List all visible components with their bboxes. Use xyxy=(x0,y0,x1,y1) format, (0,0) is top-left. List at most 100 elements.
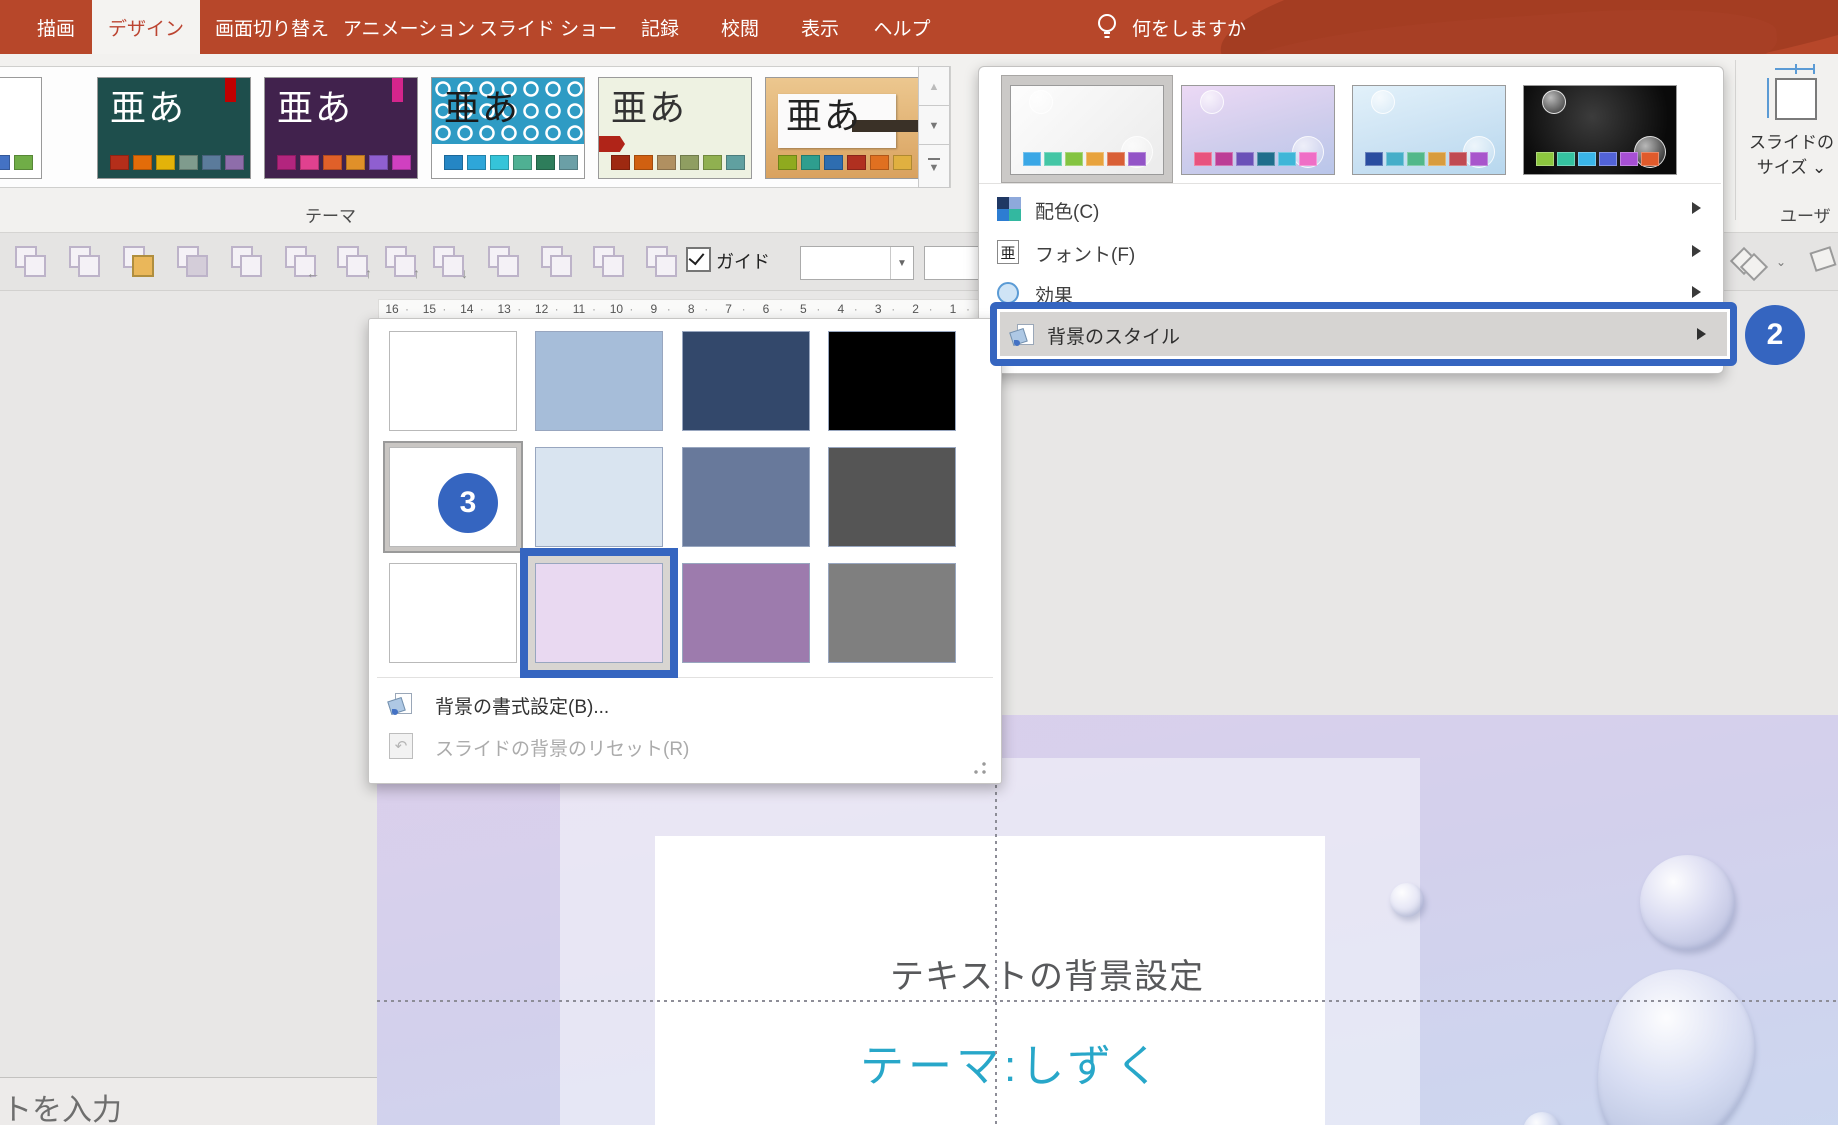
gallery-scroll-up-button[interactable]: ▲ xyxy=(918,66,950,107)
align-center-icon[interactable] xyxy=(485,243,521,279)
theme-color-chips xyxy=(444,155,578,170)
tab-表示[interactable]: 表示 xyxy=(782,0,858,54)
gallery-more-button[interactable]: ▼ xyxy=(918,144,950,188)
background-style-swatch[interactable] xyxy=(682,447,810,547)
color-chip xyxy=(1065,152,1083,166)
shapes-button[interactable] xyxy=(1732,245,1766,279)
theme-gallery: 亜あ亜あ亜あ亜あ亜あ xyxy=(0,66,951,188)
tab-アニメーション[interactable]: アニメーション xyxy=(344,0,474,54)
dark-teal-theme[interactable]: 亜あ xyxy=(97,77,251,179)
color-chip xyxy=(1470,152,1488,166)
fill-bucket-button[interactable] xyxy=(1812,245,1838,275)
guide-spacing-combobox[interactable]: ▼ xyxy=(800,246,914,280)
color-chip xyxy=(657,155,676,170)
annotation-box-background-styles[interactable]: 背景のスタイル xyxy=(990,302,1737,366)
water-droplet xyxy=(1640,855,1735,950)
group-objects-icon[interactable] xyxy=(228,243,264,279)
fonts-glyph: 亜 xyxy=(997,240,1019,264)
pale-green-theme[interactable]: 亜あ xyxy=(598,77,752,179)
current-theme-partial[interactable] xyxy=(0,77,42,179)
background-style-swatch[interactable] xyxy=(535,447,663,547)
reset-glyph: ↶ xyxy=(389,733,413,759)
color-chip xyxy=(1215,152,1233,166)
menu-item-fonts[interactable]: 亜フォント(F) xyxy=(983,232,1719,272)
slide-title-text[interactable]: テキストの背景設定 xyxy=(890,949,1204,998)
background-style-swatch[interactable] xyxy=(389,331,517,431)
align-bottom-icon[interactable]: ↓ xyxy=(430,243,466,279)
background-style-swatch[interactable] xyxy=(682,563,810,663)
step-badge-2: 2 xyxy=(1745,305,1805,365)
background-style-swatch[interactable] xyxy=(828,331,956,431)
ruler-tick: · xyxy=(592,302,596,316)
resize-grip[interactable] xyxy=(973,761,987,775)
rotate-object-icon[interactable]: ↑ xyxy=(334,243,370,279)
color-chip xyxy=(1107,152,1125,166)
icon-arrow: ↑ xyxy=(413,265,420,281)
custom-group-label: ユーザ xyxy=(1780,202,1831,227)
tell-me-box[interactable]: 何をしますか xyxy=(1096,0,1246,54)
menu-item-color-scheme[interactable]: 配色(C) xyxy=(983,189,1719,229)
tab-校閲[interactable]: 校閲 xyxy=(702,0,778,54)
color-chip xyxy=(202,155,221,170)
color-chip xyxy=(1044,152,1062,166)
tab-描画[interactable]: 描画 xyxy=(24,0,88,54)
background-style-swatch[interactable] xyxy=(828,563,956,663)
align-left-icon[interactable]: ← xyxy=(282,243,318,279)
chevron-down-icon[interactable]: ⌄ xyxy=(1776,255,1786,269)
blue-pattern-theme[interactable]: 亜あ xyxy=(431,77,585,179)
color-chip xyxy=(611,155,630,170)
background-style-swatch-highlighted[interactable] xyxy=(535,563,663,663)
background-style-swatch[interactable] xyxy=(535,331,663,431)
lightbulb-icon xyxy=(1096,12,1118,42)
variant-purple[interactable] xyxy=(1181,85,1335,175)
reset-background-icon: ↶ xyxy=(389,733,413,759)
background-styles-icon xyxy=(1011,322,1035,346)
variant-white[interactable] xyxy=(1010,85,1164,175)
color-chip xyxy=(1023,152,1041,166)
tab-記録[interactable]: 記録 xyxy=(622,0,698,54)
variant-black[interactable] xyxy=(1523,85,1677,175)
droplet-decoration xyxy=(1029,90,1053,114)
tab-デザイン[interactable]: デザイン xyxy=(92,0,200,54)
color-chip xyxy=(1236,152,1254,166)
guides-checkbox[interactable] xyxy=(686,247,711,272)
color-chip xyxy=(1620,152,1638,166)
send-backward-icon[interactable] xyxy=(174,243,210,279)
distribute-vertical-icon[interactable] xyxy=(643,243,679,279)
variant-blue[interactable] xyxy=(1352,85,1506,175)
chevron-down-icon[interactable]: ▼ xyxy=(890,247,913,279)
distribute-horizontal-icon[interactable] xyxy=(590,243,626,279)
select-group-icon[interactable] xyxy=(66,243,102,279)
submenu-arrow-icon xyxy=(1692,286,1701,298)
color-chip xyxy=(369,155,388,170)
theme-sample-text: 亜あ xyxy=(786,98,862,134)
background-style-swatch[interactable] xyxy=(389,563,517,663)
select-objects-icon[interactable] xyxy=(12,243,48,279)
tab-スライド ショー[interactable]: スライド ショー xyxy=(478,0,618,54)
ruler-tick: · xyxy=(816,302,820,316)
tab-ヘルプ[interactable]: ヘルプ xyxy=(860,0,944,54)
align-middle-icon[interactable] xyxy=(538,243,574,279)
tab-画面切り替え[interactable]: 画面切り替え xyxy=(204,0,340,54)
drop-shape xyxy=(392,709,398,715)
slide-subtitle-text[interactable]: テーマ:しずく xyxy=(860,1030,1163,1094)
purple-theme[interactable]: 亜あ xyxy=(264,77,418,179)
slide-size-button[interactable]: スライドの サイズ ⌄ xyxy=(1745,64,1838,178)
wood-theme[interactable]: 亜あ xyxy=(765,77,919,179)
gallery-scroll-down-button[interactable]: ▼ xyxy=(918,105,950,146)
ruler-tick: · xyxy=(742,302,746,316)
toolbar-input-box[interactable] xyxy=(924,246,980,280)
color-chip xyxy=(444,155,463,170)
icon-shape xyxy=(24,255,46,277)
align-top-icon[interactable]: ↑ xyxy=(382,243,418,279)
horizontal-guide[interactable] xyxy=(377,1000,1838,1002)
effects-circle xyxy=(997,282,1019,304)
format-background-item[interactable]: 背景の書式設定(B)... xyxy=(373,685,997,723)
color-chip xyxy=(1578,152,1596,166)
theme-color-chips xyxy=(778,155,912,170)
theme-color-chips xyxy=(0,155,33,170)
color-chip xyxy=(703,155,722,170)
background-style-swatch[interactable] xyxy=(682,331,810,431)
background-style-swatch[interactable] xyxy=(828,447,956,547)
bring-forward-icon[interactable] xyxy=(120,243,156,279)
